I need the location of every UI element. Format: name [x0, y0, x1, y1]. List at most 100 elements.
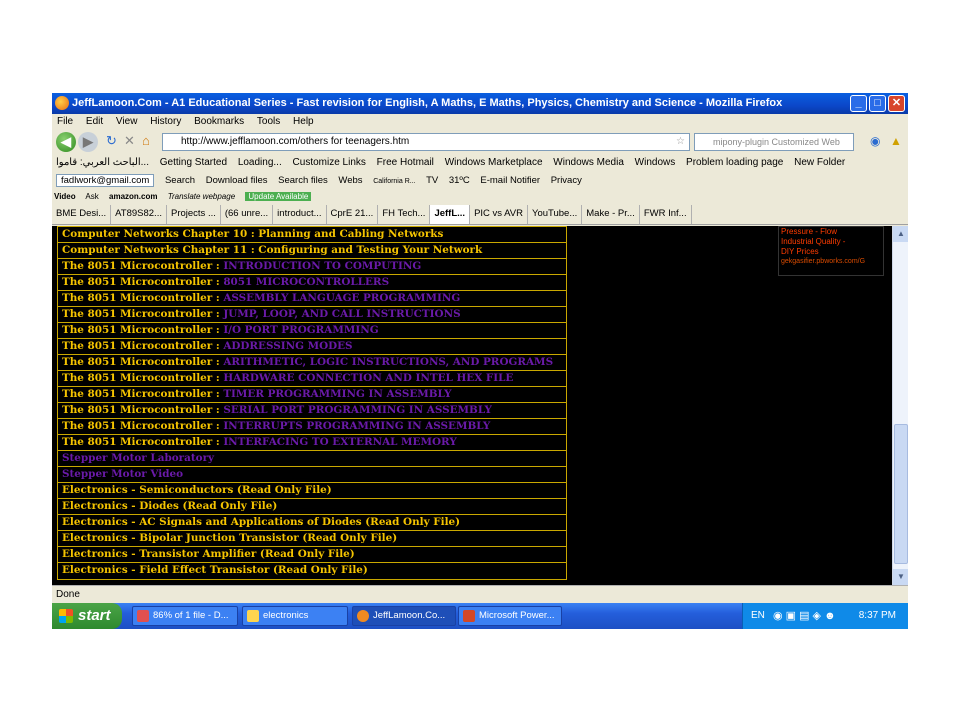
start-button[interactable]: start [52, 603, 122, 629]
toolbar-item[interactable]: Video [54, 192, 76, 201]
link-row[interactable]: The 8051 Microcontroller : ARITHMETIC, L… [58, 355, 566, 371]
back-button[interactable]: ◀ [56, 132, 76, 152]
tab[interactable]: BME Desi... [52, 205, 112, 224]
bookmark-item[interactable]: Problem loading page [686, 157, 783, 168]
toolbar-item[interactable]: Translate webpage [168, 192, 235, 201]
url-input[interactable]: http://www.jefflamoon.com/others for tee… [162, 133, 690, 151]
mipony-email[interactable]: fadlwork@gmail.com [56, 174, 155, 187]
toolbar-item[interactable]: E-mail Notifier [480, 175, 540, 186]
download-icon [137, 610, 149, 622]
tray-icons[interactable]: ◉ ▣ ▤ ◈ ☻ [773, 603, 836, 629]
toolbar-item[interactable]: TV [426, 175, 438, 186]
bookmark-item[interactable]: الباحث العربي: قاموا... [56, 157, 149, 168]
scroll-thumb[interactable] [894, 424, 908, 564]
tab[interactable]: PIC vs AVR [470, 205, 528, 224]
bookmark-item[interactable]: New Folder [794, 157, 845, 168]
reload-icon[interactable]: ↻ [106, 133, 117, 149]
tab[interactable]: FWR Inf... [640, 205, 692, 224]
forward-button[interactable]: ▶ [78, 132, 98, 152]
toolbar-item[interactable]: Download files [206, 175, 268, 186]
link-row[interactable]: Computer Networks Chapter 11 : Configuri… [58, 243, 566, 259]
bookmark-item[interactable]: Loading... [238, 157, 282, 168]
home-icon[interactable]: ⌂ [142, 133, 150, 148]
ad-line: Pressure - Flow [781, 227, 838, 236]
star-icon[interactable]: ☆ [676, 134, 685, 150]
toolbar-item[interactable]: amazon.com [109, 192, 157, 201]
menu-history[interactable]: History [150, 116, 181, 127]
link-row[interactable]: The 8051 Microcontroller : JUMP, LOOP, A… [58, 307, 566, 323]
menu-view[interactable]: View [116, 116, 138, 127]
update-available-button[interactable]: Update Available [245, 192, 312, 201]
link-row[interactable]: The 8051 Microcontroller : ADDRESSING MO… [58, 339, 566, 355]
addon-icon[interactable]: ◉ [870, 134, 880, 148]
link-row[interactable]: The 8051 Microcontroller : HARDWARE CONN… [58, 371, 566, 387]
taskbar-item[interactable]: electronics [242, 606, 348, 626]
maximize-button[interactable]: □ [869, 95, 886, 112]
clock[interactable]: 8:37 PM [859, 603, 896, 629]
toolbar-item[interactable]: Search [165, 175, 195, 186]
menu-tools[interactable]: Tools [257, 116, 280, 127]
tab[interactable]: YouTube... [528, 205, 583, 224]
tab[interactable]: AT89S82... [111, 205, 167, 224]
bookmark-item[interactable]: Free Hotmail [377, 157, 434, 168]
tab[interactable]: CprE 21... [327, 205, 379, 224]
firefox-window: JeffLamoon.Com - A1 Educational Series -… [52, 93, 908, 629]
bookmark-item[interactable]: Windows Marketplace [445, 157, 543, 168]
link-row[interactable]: The 8051 Microcontroller : INTRODUCTION … [58, 259, 566, 275]
windows-logo-icon [59, 609, 73, 623]
status-text: Done [56, 589, 80, 600]
link-row[interactable]: The 8051 Microcontroller : INTERRUPTS PR… [58, 419, 566, 435]
link-row[interactable]: Electronics - Transistor Amplifier (Read… [58, 547, 566, 563]
minimize-button[interactable]: _ [850, 95, 867, 112]
taskbar-item-active[interactable]: JeffLamoon.Co... [352, 606, 456, 626]
link-row[interactable]: Electronics - Field Effect Transistor (R… [58, 563, 566, 579]
link-row[interactable]: Electronics - Semiconductors (Read Only … [58, 483, 566, 499]
page-content: Computer Networks Chapter 10 : Planning … [52, 226, 908, 585]
tab-active[interactable]: JeffL... [430, 205, 471, 224]
menu-edit[interactable]: Edit [86, 116, 103, 127]
link-row[interactable]: Stepper Motor Laboratory [58, 451, 566, 467]
link-row[interactable]: The 8051 Microcontroller : INTERFACING T… [58, 435, 566, 451]
tab[interactable]: Make - Pr... [582, 205, 640, 224]
link-row[interactable]: The 8051 Microcontroller : 8051 MICROCON… [58, 275, 566, 291]
menu-file[interactable]: File [57, 116, 73, 127]
toolbar-item[interactable]: Privacy [551, 175, 582, 186]
link-row[interactable]: The 8051 Microcontroller : ASSEMBLY LANG… [58, 291, 566, 307]
taskbar-item[interactable]: 86% of 1 file - D... [132, 606, 238, 626]
toolbar-item[interactable]: 31ºC [449, 175, 470, 186]
toolbar-item[interactable]: Ask [85, 192, 98, 201]
vertical-scrollbar[interactable]: ▲ ▼ [892, 226, 908, 585]
menu-bookmarks[interactable]: Bookmarks [194, 116, 244, 127]
ad-box[interactable]: Pressure - Flow Industrial Quality - DIY… [778, 226, 884, 276]
bookmark-item[interactable]: Getting Started [160, 157, 227, 168]
taskbar: start 86% of 1 file - D... electronics J… [52, 603, 908, 629]
tab[interactable]: FH Tech... [378, 205, 431, 224]
link-row[interactable]: The 8051 Microcontroller : I/O PORT PROG… [58, 323, 566, 339]
link-row[interactable]: Stepper Motor Video [58, 467, 566, 483]
link-row[interactable]: Electronics - AC Signals and Application… [58, 515, 566, 531]
bookmark-item[interactable]: Customize Links [293, 157, 366, 168]
close-button[interactable]: ✕ [888, 95, 905, 112]
search-input[interactable]: mipony-plugin Customized Web [694, 133, 854, 151]
link-row[interactable]: The 8051 Microcontroller : SERIAL PORT P… [58, 403, 566, 419]
tab[interactable]: introduct... [273, 205, 327, 224]
tab[interactable]: Projects ... [167, 205, 221, 224]
link-row[interactable]: The 8051 Microcontroller : TIMER PROGRAM… [58, 387, 566, 403]
scroll-up-arrow-icon[interactable]: ▲ [893, 226, 908, 242]
link-row[interactable]: Electronics - Bipolar Junction Transisto… [58, 531, 566, 547]
toolbar-item[interactable]: Webs [338, 175, 362, 186]
taskbar-item[interactable]: Microsoft Power... [458, 606, 562, 626]
scroll-down-arrow-icon[interactable]: ▼ [893, 569, 908, 585]
language-indicator[interactable]: EN [751, 603, 765, 629]
toolbar-item[interactable]: California R... [373, 178, 415, 185]
bell-icon[interactable]: ▲ [890, 134, 902, 148]
ad-line: Industrial Quality - [781, 237, 846, 246]
link-row[interactable]: Electronics - Diodes (Read Only File) [58, 499, 566, 515]
tab[interactable]: (66 unre... [221, 205, 274, 224]
bookmark-item[interactable]: Windows [635, 157, 676, 168]
stop-icon[interactable]: ✕ [124, 133, 135, 149]
bookmark-item[interactable]: Windows Media [553, 157, 624, 168]
menu-help[interactable]: Help [293, 116, 314, 127]
toolbar-item[interactable]: Search files [278, 175, 328, 186]
link-row[interactable]: Computer Networks Chapter 10 : Planning … [58, 227, 566, 243]
